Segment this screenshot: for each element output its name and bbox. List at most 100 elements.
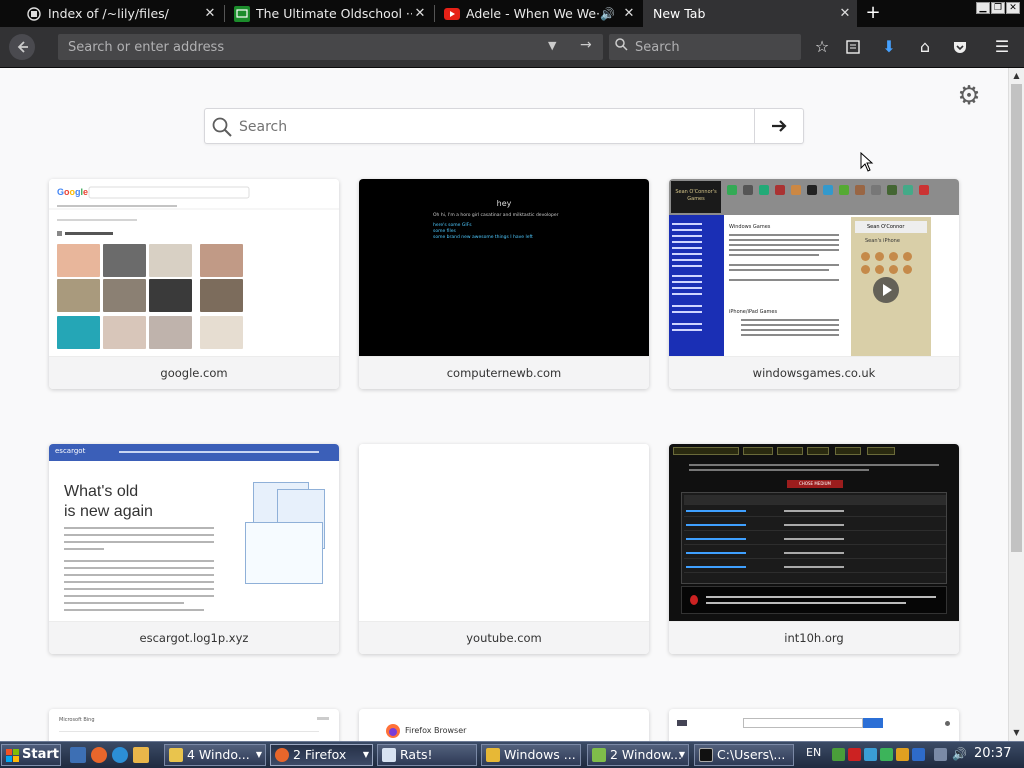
taskbar-button-paint[interactable]: Rats! [377, 744, 477, 766]
top-site-tile-youtube[interactable]: youtube.com [359, 444, 649, 654]
bookmark-star-icon[interactable]: ☆ [811, 36, 833, 58]
downloads-arrow-icon[interactable]: ⬇ [878, 36, 900, 58]
go-arrow-icon[interactable]: → [580, 37, 592, 53]
messenger-window-graphic [245, 522, 323, 584]
scroll-down-arrow-icon[interactable]: ▼ [1009, 725, 1024, 741]
url-bar[interactable]: ▼ → [58, 34, 603, 60]
top-site-tile-int10h[interactable]: CHOSE MEDIUM int10h.org [669, 444, 959, 654]
close-tab-icon[interactable]: ✕ [621, 6, 637, 21]
close-tab-icon[interactable]: ✕ [202, 6, 218, 21]
taskbar-button-windows-explorer[interactable]: 4 Windo... ▼ [164, 744, 266, 766]
close-tab-icon[interactable]: ✕ [412, 6, 428, 21]
tile-label: google.com [49, 356, 339, 389]
display-icon[interactable] [934, 748, 947, 761]
pocket-icon[interactable] [949, 36, 971, 58]
preview-brand: Microsoft Bing [59, 717, 95, 723]
tab-divider [434, 5, 435, 22]
tab-index-of-lily-files[interactable]: Index of /~lily/files/ ✕ [18, 0, 222, 27]
game-icon [743, 185, 753, 195]
network-icon[interactable] [832, 748, 845, 761]
windows-media-icon [592, 748, 606, 762]
taskbar-button-cmd[interactable]: C:\Users\... [694, 744, 794, 766]
rat-photo [103, 244, 146, 277]
system-clock[interactable]: 20:37 [974, 746, 1011, 761]
start-button[interactable]: Start [1, 744, 61, 766]
green-screen-icon [234, 5, 250, 22]
restore-window-icon[interactable]: ❐ [991, 2, 1005, 14]
cmd-icon [699, 748, 713, 762]
volume-icon[interactable]: 🔊 [952, 748, 967, 761]
back-arrow-icon[interactable] [9, 34, 35, 60]
tile-preview-escargot: escargot What's old is new again [49, 444, 339, 621]
reading-list-icon[interactable] [842, 36, 864, 58]
hamburger-menu-icon[interactable]: ☰ [991, 36, 1013, 58]
new-tab-search-box[interactable] [204, 108, 804, 144]
top-site-tile-firefox[interactable]: Firefox Browser [359, 709, 649, 741]
tab-title: The Ultimate Oldschool ··· [256, 6, 412, 21]
settings-gear-icon[interactable]: ⚙ [955, 82, 983, 110]
url-input[interactable] [68, 37, 538, 57]
scrollbar-thumb[interactable] [1011, 84, 1022, 552]
paint-icon [382, 748, 396, 762]
game-icon [855, 185, 865, 195]
close-window-icon[interactable]: ✕ [1006, 2, 1020, 14]
app-tray-icon[interactable] [912, 748, 925, 761]
tab-title: New Tab [653, 6, 706, 21]
new-tab-plus-icon[interactable]: + [862, 2, 884, 24]
top-site-tile-third[interactable] [669, 709, 959, 741]
preview-link: some brand new awesome things I have lef… [433, 235, 533, 240]
tab-strip: Index of /~lily/files/ ✕ The Ultimate Ol… [0, 0, 1024, 27]
preview-heading: hey [496, 199, 512, 208]
search-go-arrow-icon[interactable] [754, 109, 803, 143]
taskbar-button-media[interactable]: 2 Window... ▼ [587, 744, 689, 766]
mouse-cursor-icon [860, 152, 874, 172]
toolbar-search-box[interactable] [609, 34, 801, 60]
history-dropdown-icon[interactable]: ▼ [548, 39, 556, 52]
vertical-scrollbar[interactable]: ▲ ▼ [1008, 68, 1024, 741]
tab-new-tab[interactable]: New Tab ✕ [643, 0, 857, 27]
rat-photo [149, 279, 192, 312]
game-icon [727, 185, 737, 195]
top-site-tile-windowsgames[interactable]: Sean O'Connor's Games Windows Games iPho… [669, 179, 959, 389]
tile-label: int10h.org [669, 621, 959, 654]
top-site-tile-google[interactable]: Google google.com [49, 179, 339, 389]
scroll-up-arrow-icon[interactable]: ▲ [1009, 68, 1024, 84]
tile-preview-computernewb: hey Oh hi, I'm a horo girl casatinar and… [359, 179, 649, 356]
game-icon [775, 185, 785, 195]
game-icon [791, 185, 801, 195]
play-video-icon [873, 277, 899, 303]
internet-explorer-icon[interactable] [112, 747, 128, 763]
new-tab-search-input[interactable] [239, 117, 749, 137]
preview-link: some files [433, 229, 456, 234]
media-player-icon[interactable] [133, 747, 149, 763]
audio-playing-icon[interactable]: 🔊 [600, 7, 615, 21]
app-tray-icon[interactable] [880, 748, 893, 761]
tab-adele[interactable]: Adele - When We We··· 🔊 ✕ [436, 0, 641, 27]
game-icon [919, 185, 929, 195]
show-desktop-icon[interactable] [70, 747, 86, 763]
app-tray-icon[interactable] [896, 748, 909, 761]
search-icon [212, 117, 232, 137]
firefox-quicklaunch-icon[interactable] [91, 747, 107, 763]
toolbar-search-input[interactable] [635, 37, 795, 57]
taskbar-button-firefox[interactable]: 2 Firefox ▼ [270, 744, 373, 766]
start-label: Start [22, 747, 59, 762]
home-icon[interactable]: ⌂ [914, 36, 936, 58]
system-tray: EN 🔊 20:37 [806, 744, 1024, 766]
top-site-tile-bing[interactable]: Microsoft Bing [49, 709, 339, 741]
minimize-window-icon[interactable]: ▁ [976, 2, 990, 14]
new-tab-page: ⚙ Google [0, 68, 1008, 741]
tab-title: Adele - When We We··· [466, 6, 601, 21]
tab-oldschool[interactable]: The Ultimate Oldschool ··· ✕ [226, 0, 432, 27]
security-icon[interactable] [848, 748, 861, 761]
taskbar-button-windows[interactable]: Windows ... [481, 744, 581, 766]
language-indicator[interactable]: EN [806, 746, 821, 759]
close-tab-icon[interactable]: ✕ [837, 6, 853, 21]
top-site-tile-escargot[interactable]: escargot What's old is new again escargo… [49, 444, 339, 654]
windows-logo-icon [6, 749, 19, 762]
top-site-tile-computernewb[interactable]: hey Oh hi, I'm a horo girl casatinar and… [359, 179, 649, 389]
preview-table [681, 492, 947, 584]
sync-icon[interactable] [864, 748, 877, 761]
search-icon [615, 38, 628, 55]
preview-heading: iPhone/iPad Games [729, 309, 778, 315]
